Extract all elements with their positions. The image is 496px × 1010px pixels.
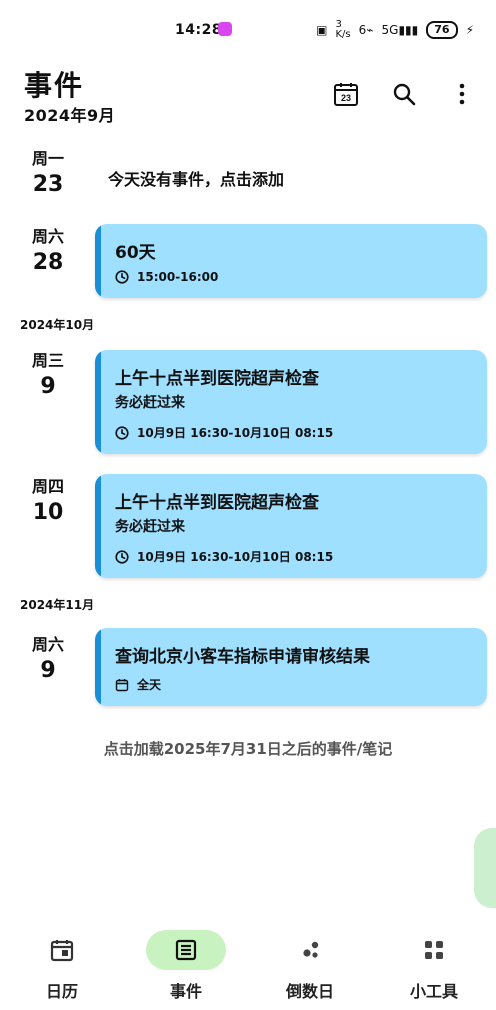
side-handle[interactable] <box>474 828 496 908</box>
event-card[interactable]: 60天 15:00-16:00 <box>95 224 487 298</box>
page-title: 事件 <box>24 69 85 102</box>
event-title: 上午十点半到医院超声检查 <box>115 369 319 389</box>
clock-icon <box>115 425 129 440</box>
weekday: 周三 <box>31 351 64 370</box>
network-speed: 3 K/s <box>335 19 351 40</box>
clock-icon <box>115 549 129 564</box>
nav-item-tools[interactable]: 小工具 <box>379 930 489 1002</box>
event-title: 上午十点半到医院超声检查 <box>115 493 319 513</box>
signal-icon: 5G▮▮▮ <box>381 23 419 37</box>
day-label: 周三 9 <box>18 351 78 400</box>
today-calendar-button[interactable]: 23 <box>328 76 364 112</box>
all-day-text: 全天 <box>137 678 162 692</box>
more-vertical-icon <box>459 83 465 105</box>
header: 事件 2024年9月 23 <box>0 52 496 140</box>
month-subtitle: 2024年9月 <box>24 106 116 125</box>
load-more-link[interactable]: 点击加载2025年7月31日之后的事件/笔记 <box>0 738 496 759</box>
nfc-icon: ▣ <box>316 23 328 37</box>
bottom-navigation: 日历 事件 倒数日 小工具 <box>0 930 496 1010</box>
nav-label: 事件 <box>169 982 202 1001</box>
event-time: 全天 <box>115 676 161 693</box>
nav-pill-active <box>146 930 226 970</box>
day-number: 28 <box>32 250 64 276</box>
status-bar: 14:28 ▣ 3 K/s 6⌁ 5G▮▮▮ 76 ⚡ <box>0 0 496 52</box>
status-time: 14:28 <box>175 22 223 38</box>
nav-pill <box>270 930 350 970</box>
calendar-icon <box>50 940 74 962</box>
event-time-text: 15:00-16:00 <box>137 270 219 284</box>
weekday: 周六 <box>31 227 64 246</box>
event-title: 查询北京小客车指标申请审核结果 <box>115 647 370 667</box>
nav-item-calendar[interactable]: 日历 <box>7 930 117 1002</box>
event-card[interactable]: 上午十点半到医院超声检查 务必赶过来 10月9日 16:30-10月10日 08… <box>95 474 487 578</box>
status-icons: ▣ 3 K/s 6⌁ 5G▮▮▮ 76 ⚡ <box>316 20 474 40</box>
calendar-icon: 23 <box>334 83 358 106</box>
day-number: 23 <box>32 172 64 198</box>
list-icon <box>175 939 197 961</box>
nav-item-countdown[interactable]: 倒数日 <box>255 930 365 1002</box>
event-time: 15:00-16:00 <box>115 270 218 284</box>
event-card[interactable]: 上午十点半到医院超声检查 务必赶过来 10月9日 16:30-10月10日 08… <box>95 350 487 454</box>
event-timeline: 周一 23 今天没有事件，点击添加 周六 28 60天 15:00-16:00 … <box>0 140 496 930</box>
search-icon <box>393 83 416 106</box>
battery-level: 76 <box>434 23 450 36</box>
nav-label: 小工具 <box>409 982 458 1001</box>
more-menu-button[interactable] <box>444 76 480 112</box>
nav-item-events[interactable]: 事件 <box>131 930 241 1002</box>
notification-app-icon <box>218 22 232 36</box>
weekday: 周六 <box>31 635 64 654</box>
nav-label: 日历 <box>45 982 78 1001</box>
day-label: 周六 9 <box>18 635 78 684</box>
clock-icon <box>115 270 129 284</box>
calendar-day-number: 23 <box>341 93 351 103</box>
signal-label: 5G <box>381 23 399 37</box>
event-note: 务必赶过来 <box>115 395 185 411</box>
event-time: 10月9日 16:30-10月10日 08:15 <box>115 548 333 565</box>
event-time-text: 10月9日 16:30-10月10日 08:15 <box>137 426 334 440</box>
event-card[interactable]: 查询北京小客车指标申请审核结果 全天 <box>95 628 487 706</box>
weekday: 周四 <box>31 477 64 496</box>
header-actions: 23 <box>328 76 480 112</box>
calendar-icon <box>115 678 129 691</box>
search-button[interactable] <box>386 76 422 112</box>
grid-icon <box>425 941 443 959</box>
wifi-icon: 6⌁ <box>358 23 374 37</box>
day-number: 10 <box>32 500 64 526</box>
event-title: 60天 <box>115 243 156 263</box>
day-label: 周四 10 <box>18 477 78 526</box>
wifi-label: 6 <box>358 23 367 37</box>
day-label: 周六 28 <box>18 227 78 276</box>
nav-pill <box>22 930 102 970</box>
day-number: 9 <box>40 374 56 400</box>
event-note: 务必赶过来 <box>115 519 185 535</box>
nav-pill <box>394 930 474 970</box>
charging-icon: ⚡ <box>465 23 474 37</box>
event-time: 10月9日 16:30-10月10日 08:15 <box>115 424 333 441</box>
weekday: 周一 <box>31 149 64 168</box>
battery-icon: 76 <box>426 21 458 39</box>
empty-day-add-prompt[interactable]: 今天没有事件，点击添加 <box>108 166 284 190</box>
dots-icon <box>303 941 319 958</box>
month-divider: 2024年11月 <box>20 598 95 612</box>
day-number: 9 <box>40 658 56 684</box>
day-label: 周一 23 <box>18 149 78 198</box>
month-divider: 2024年10月 <box>20 318 95 332</box>
nav-label: 倒数日 <box>285 982 334 1001</box>
event-time-text: 10月9日 16:30-10月10日 08:15 <box>137 550 334 564</box>
